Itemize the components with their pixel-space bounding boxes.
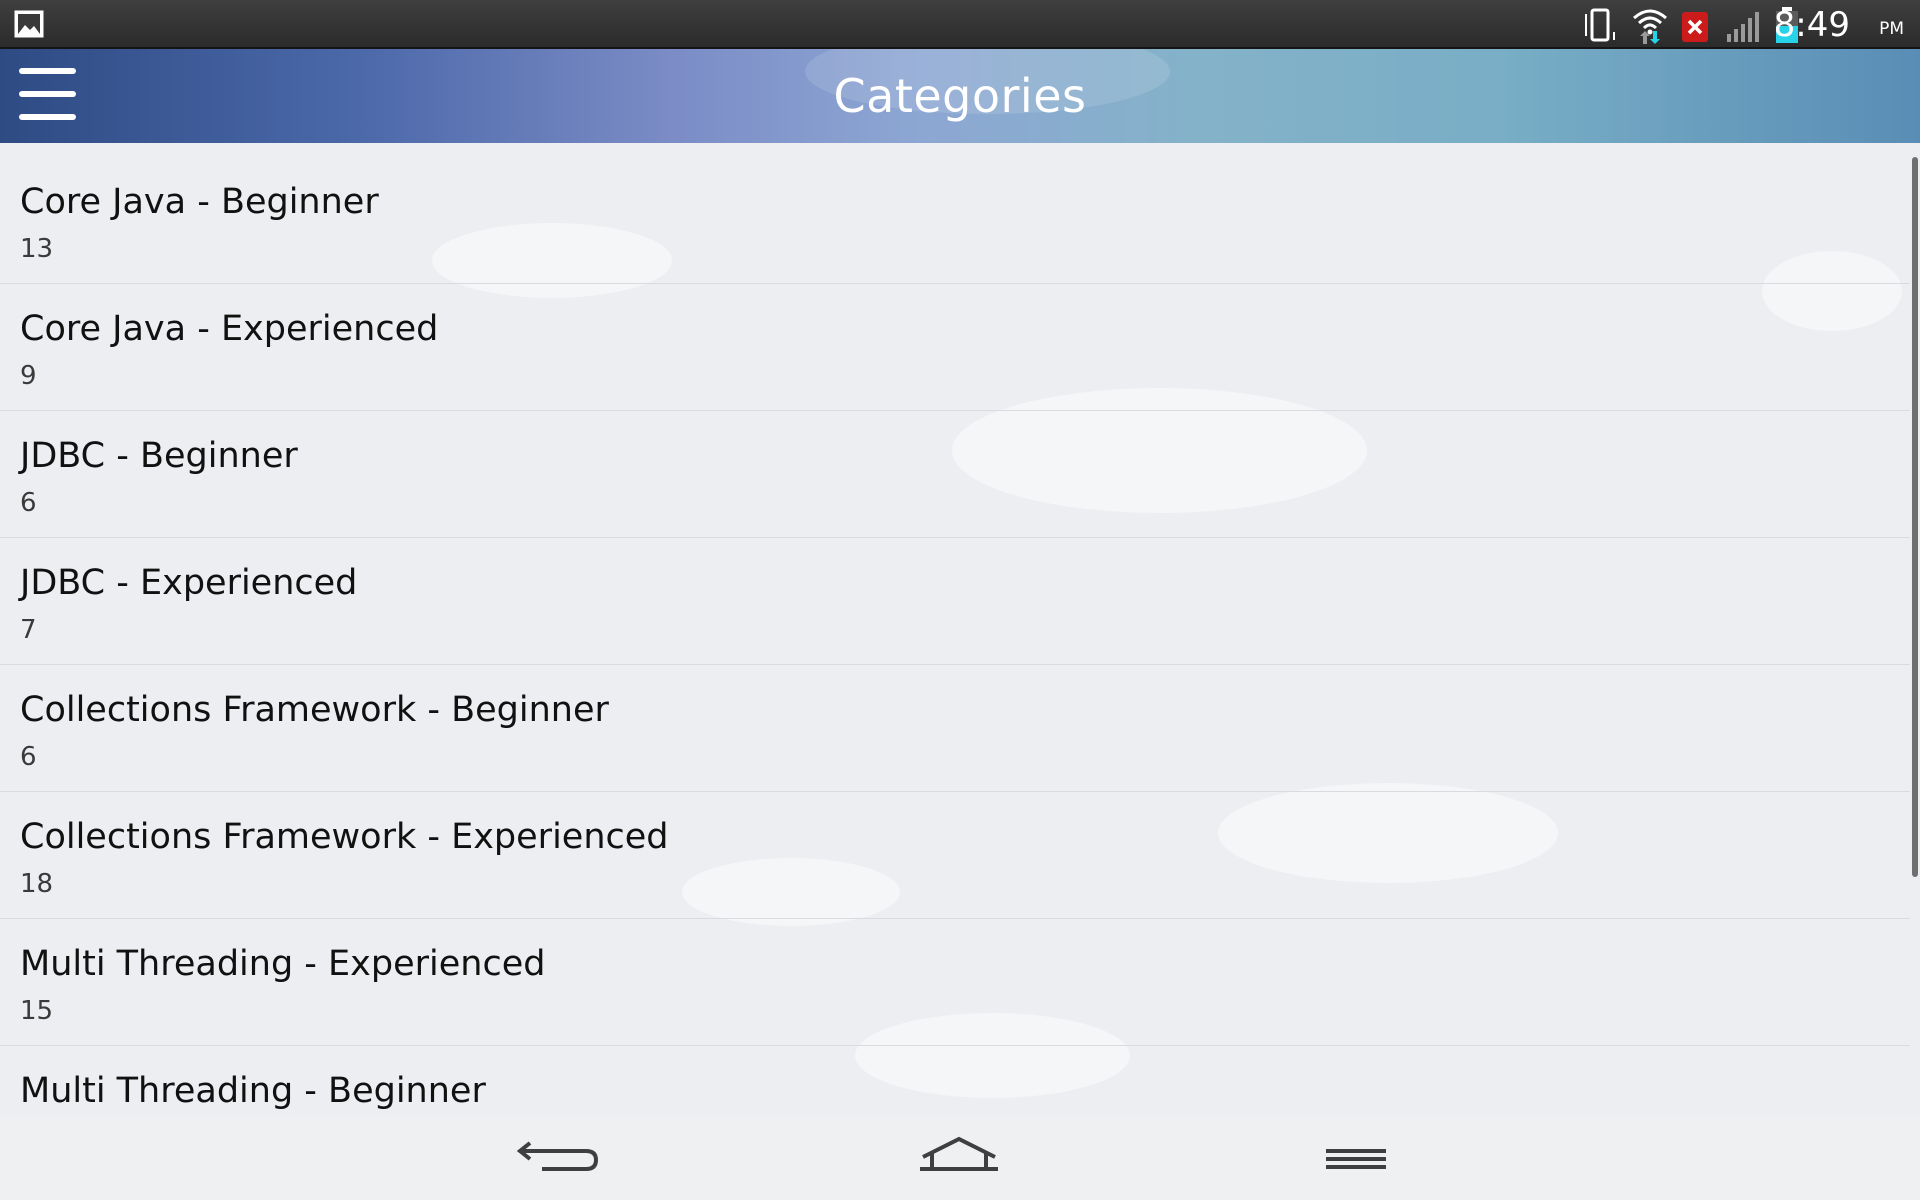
notification-error-icon — [1682, 12, 1708, 42]
category-count: 15 — [20, 996, 54, 1026]
status-ampm: PM — [1879, 19, 1904, 39]
category-name: Core Java - Experienced — [20, 309, 439, 349]
gallery-icon — [14, 10, 44, 38]
list-item[interactable]: Collections Framework - Beginner 6 — [0, 665, 1910, 792]
home-button[interactable] — [898, 1123, 1018, 1193]
back-icon — [516, 1141, 599, 1171]
list-item[interactable]: Core Java - Beginner 13 — [0, 157, 1910, 284]
category-count: 7 — [20, 615, 37, 645]
category-name: Collections Framework - Experienced — [20, 817, 669, 857]
category-count: 18 — [20, 869, 54, 899]
hamburger-menu-icon — [19, 68, 76, 74]
category-list-container: Core Java - Beginner 13 Core Java - Expe… — [0, 143, 1920, 1115]
home-icon — [920, 1136, 998, 1171]
status-time: 8:49 — [1773, 5, 1850, 45]
category-name: Multi Threading - Beginner — [20, 1071, 486, 1111]
category-count: 9 — [20, 361, 37, 391]
menu-button[interactable] — [1296, 1123, 1416, 1193]
category-count: 6 — [20, 488, 37, 518]
wifi-icon — [1633, 9, 1667, 44]
category-list: Core Java - Beginner 13 Core Java - Expe… — [0, 157, 1910, 1115]
category-name: Collections Framework - Beginner — [20, 690, 609, 730]
hamburger-menu-button[interactable] — [0, 49, 96, 143]
app-bar-cloud-decoration — [805, 49, 1170, 114]
category-name: Multi Threading - Experienced — [20, 944, 546, 984]
app-bar: Categories — [0, 49, 1920, 143]
menu-icon — [1326, 1149, 1386, 1169]
hamburger-menu-icon — [19, 114, 76, 120]
scrollbar[interactable] — [1912, 157, 1918, 877]
list-item[interactable]: Multi Threading - Experienced 15 — [0, 919, 1910, 1046]
list-item[interactable]: Core Java - Experienced 9 — [0, 284, 1910, 411]
back-button[interactable] — [502, 1123, 622, 1193]
list-item[interactable]: Collections Framework - Experienced 18 — [0, 792, 1910, 919]
signal-icon — [1727, 12, 1759, 42]
status-bar: 8:49 PM — [0, 0, 1920, 49]
category-name: JDBC - Beginner — [20, 436, 298, 476]
category-count: 6 — [20, 742, 37, 772]
list-item[interactable]: JDBC - Experienced 7 — [0, 538, 1910, 665]
list-item[interactable]: Multi Threading - Beginner — [0, 1046, 1910, 1115]
hamburger-menu-icon — [19, 91, 76, 97]
vibrate-icon — [1585, 8, 1615, 42]
category-name: JDBC - Experienced — [20, 563, 358, 603]
category-name: Core Java - Beginner — [20, 182, 379, 222]
navigation-bar — [0, 1115, 1920, 1200]
category-count: 13 — [20, 234, 54, 264]
list-item[interactable]: JDBC - Beginner 6 — [0, 411, 1910, 538]
